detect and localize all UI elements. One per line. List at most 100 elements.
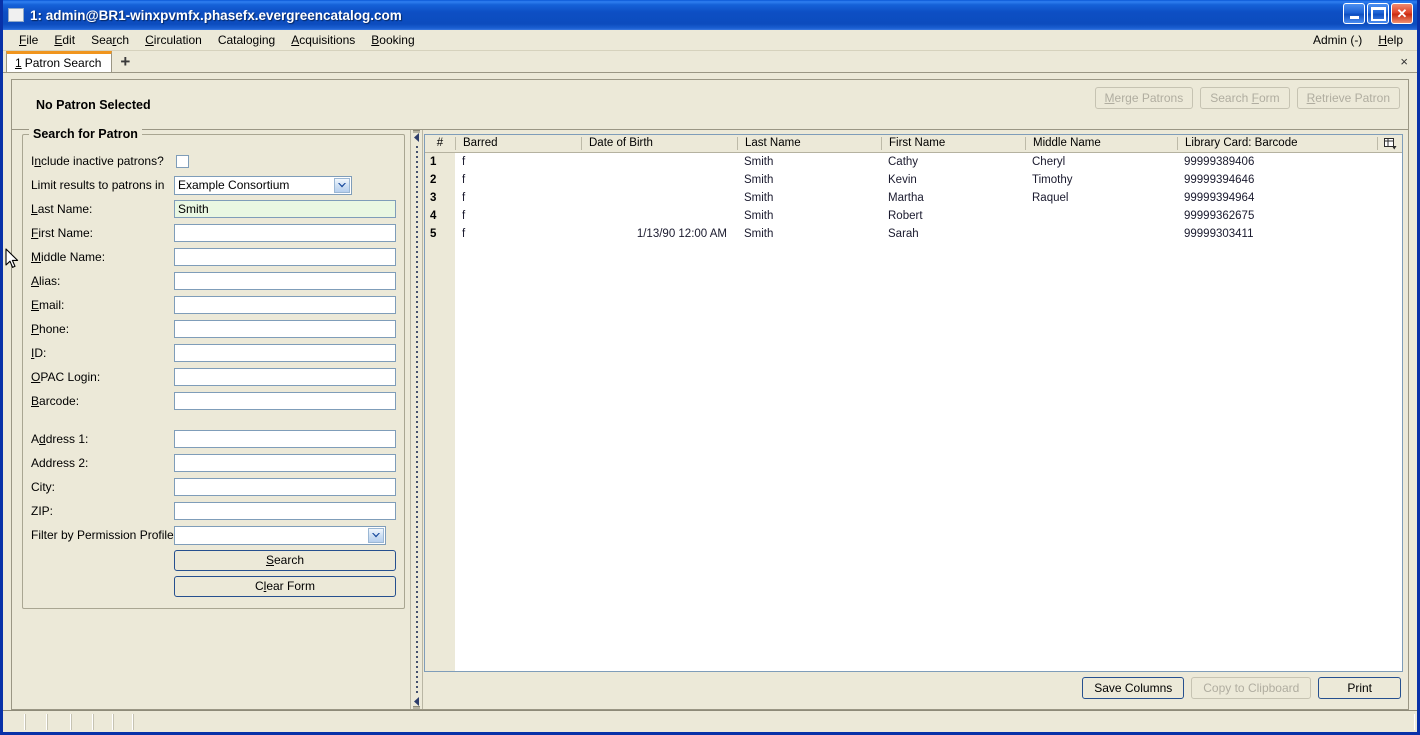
column-header-last-name[interactable]: Last Name: [737, 137, 881, 150]
chevron-down-icon: [368, 527, 384, 543]
status-segment-2: [25, 714, 47, 730]
menu-cataloging[interactable]: Cataloging: [210, 31, 283, 49]
row-number-gutter: [425, 243, 455, 671]
table-row[interactable]: 3 f Smith Martha Raquel 99999394964: [425, 189, 1402, 207]
include-inactive-row: Include inactive patrons?: [31, 149, 396, 173]
merge-patrons-button[interactable]: Merge Patrons: [1094, 87, 1194, 109]
column-header-first-name[interactable]: First Name: [881, 137, 1025, 150]
cell-card: 99999303411: [1184, 228, 1254, 240]
search-button-row: Search: [31, 547, 396, 573]
close-tab-icon[interactable]: ×: [1400, 54, 1417, 69]
main-content: No Patron Selected Merge Patrons Search …: [3, 73, 1417, 710]
table-row[interactable]: 1 f Smith Cathy Cheryl 99999389406: [425, 153, 1402, 171]
maximize-button[interactable]: [1367, 3, 1389, 24]
print-button[interactable]: Print: [1318, 677, 1401, 699]
row-number: 4: [425, 207, 455, 225]
column-header-dob[interactable]: Date of Birth: [581, 137, 737, 150]
cell-barred: f: [462, 228, 466, 240]
permission-profile-select[interactable]: [174, 525, 386, 545]
menu-circulation[interactable]: Circulation: [137, 31, 210, 49]
splitter-grip[interactable]: [415, 146, 418, 693]
opac-login-label: OPAC Login:: [31, 370, 101, 384]
row-number: 2: [425, 171, 455, 189]
table-row[interactable]: 5 f 1/13/90 12:00 AM Smith Sarah 99999303411: [425, 225, 1402, 243]
cell-first: Cathy: [888, 156, 919, 168]
middle-name-row: Middle Name:: [31, 245, 396, 269]
cell-dob: [581, 153, 737, 171]
email-input[interactable]: [174, 296, 396, 314]
include-inactive-checkbox[interactable]: [176, 154, 189, 168]
middle-name-label: Middle Name:: [31, 250, 106, 264]
cell-barred: f: [462, 156, 466, 168]
search-form-button[interactable]: Search Form: [1200, 87, 1290, 109]
first-name-input[interactable]: [174, 224, 396, 242]
cell-first: Sarah: [888, 228, 919, 240]
menu-bar-right: Admin (-) Help: [1305, 31, 1417, 49]
menu-search[interactable]: Search: [83, 31, 137, 49]
collapse-left-icon[interactable]: [412, 133, 421, 142]
permission-profile-row: Filter by Permission Profile:: [31, 523, 396, 547]
phone-input[interactable]: [174, 320, 396, 338]
column-picker-icon[interactable]: [1377, 137, 1402, 150]
tab-bar: 1 Patron Search + ×: [3, 51, 1417, 73]
menu-file[interactable]: File: [11, 31, 46, 49]
limit-results-select[interactable]: Example Consortium: [174, 175, 352, 195]
city-input[interactable]: [174, 478, 396, 496]
status-segment-7: [133, 714, 1415, 730]
column-header-barred[interactable]: Barred: [455, 137, 581, 150]
menu-help[interactable]: Help: [1370, 31, 1411, 49]
column-header-library-card[interactable]: Library Card: Barcode: [1177, 137, 1377, 150]
email-label: Email:: [31, 298, 65, 312]
chevron-down-icon: [334, 177, 350, 193]
cell-first: Kevin: [888, 174, 917, 186]
patron-summary-bar: No Patron Selected Merge Patrons Search …: [11, 79, 1409, 129]
retrieve-patron-button[interactable]: Retrieve Patron: [1296, 87, 1400, 109]
zip-input[interactable]: [174, 502, 396, 520]
results-rows: 1 f Smith Cathy Cheryl 99999389406 2 f Smith Kevi…: [425, 153, 1402, 243]
id-row: ID:: [31, 341, 396, 365]
new-tab-button[interactable]: +: [112, 53, 138, 71]
row-number: 3: [425, 189, 455, 207]
cell-card: 99999362675: [1184, 210, 1255, 222]
middle-name-input[interactable]: [174, 248, 396, 266]
barcode-input[interactable]: [174, 392, 396, 410]
opac-login-input[interactable]: [174, 368, 396, 386]
alias-input[interactable]: [174, 272, 396, 290]
results-table-header: # Barred Date of Birth Last Name First N…: [425, 135, 1402, 153]
menu-admin[interactable]: Admin (-): [1305, 31, 1370, 49]
column-header-num[interactable]: #: [425, 137, 455, 150]
address-1-label: Address 1:: [31, 432, 89, 446]
cell-barred: f: [462, 174, 466, 186]
column-header-middle-name[interactable]: Middle Name: [1025, 137, 1177, 150]
close-button[interactable]: [1391, 3, 1413, 24]
save-columns-button[interactable]: Save Columns: [1082, 677, 1185, 699]
id-input[interactable]: [174, 344, 396, 362]
cell-first: Robert: [888, 210, 923, 222]
last-name-input[interactable]: [174, 200, 396, 218]
pane-splitter[interactable]: [410, 130, 423, 709]
tab-number: 1: [15, 56, 22, 70]
clear-form-button[interactable]: Cl ear Form: [174, 575, 396, 597]
menu-acquisitions[interactable]: Acquisitions: [283, 31, 363, 49]
minimize-button[interactable]: [1343, 3, 1365, 24]
address-1-input[interactable]: [174, 430, 396, 448]
table-row[interactable]: 2 f Smith Kevin Timothy 99999394646: [425, 171, 1402, 189]
first-name-label: First Name:: [31, 226, 94, 240]
window-controls: [1343, 3, 1413, 24]
tab-patron-search[interactable]: 1 Patron Search: [6, 51, 113, 72]
search-group-title: Search for Patron: [29, 127, 142, 141]
address-2-input[interactable]: [174, 454, 396, 472]
row-number: 1: [425, 153, 455, 171]
copy-to-clipboard-button[interactable]: Copy to Clipboard: [1191, 677, 1312, 699]
cell-last: Smith: [744, 192, 774, 204]
application-window: 1: admin@BR1-winxpvmfx.phasefx.evergreen…: [0, 0, 1420, 735]
menu-edit[interactable]: Edit: [46, 31, 83, 49]
table-row[interactable]: 4 f Smith Robert 99999362675: [425, 207, 1402, 225]
menu-booking[interactable]: Booking: [363, 31, 422, 49]
splitter-nub-bottom: [413, 706, 420, 709]
collapse-left-icon-bottom[interactable]: [412, 697, 421, 706]
cell-card: 99999394964: [1184, 192, 1255, 204]
phone-label: Phone:: [31, 322, 70, 336]
id-label: ID:: [31, 346, 47, 360]
search-button[interactable]: Search: [174, 549, 396, 571]
